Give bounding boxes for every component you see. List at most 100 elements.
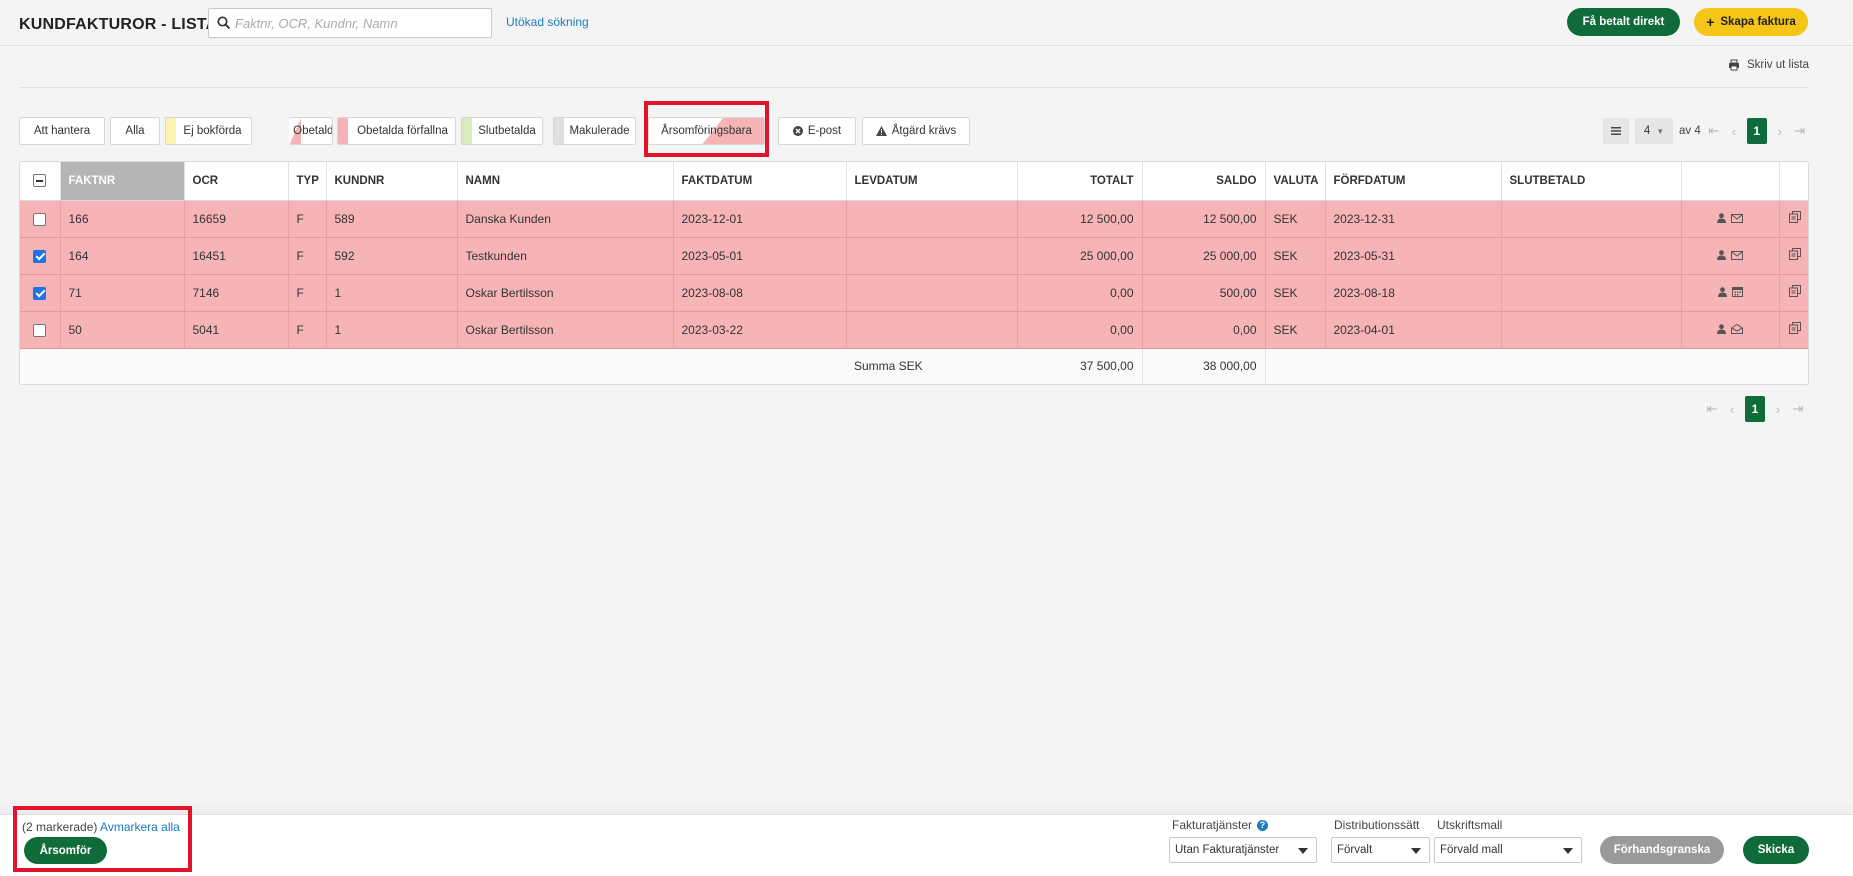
services-label: Fakturatjänster	[1172, 818, 1253, 832]
user-icon[interactable]	[1717, 212, 1726, 226]
col-kundnr[interactable]: KUNDNR	[326, 162, 458, 201]
table-row[interactable]: 166 16659 F 589 Danska Kunden 2023-12-01 12 50…	[20, 200, 1808, 238]
preview-button[interactable]: Förhandsgranska	[1600, 836, 1724, 864]
color-stripe	[338, 118, 348, 144]
copy-icon[interactable]	[1788, 285, 1801, 300]
search-box[interactable]	[208, 8, 492, 38]
status-icons-cell	[1681, 237, 1780, 275]
filter-atgard-kravs[interactable]: Åtgärd krävs	[862, 117, 970, 145]
cell-faktdatum: 2023-03-22	[673, 311, 847, 349]
col-namn[interactable]: NAMN	[457, 162, 674, 201]
page-size-select[interactable]: 4 ▼	[1635, 118, 1673, 144]
cell-valuta: SEK	[1265, 311, 1326, 349]
row-checkbox[interactable]	[33, 212, 47, 226]
col-typ[interactable]: TYP	[288, 162, 327, 201]
cell-forfdatum: 2023-05-31	[1325, 237, 1502, 275]
col-faktnr[interactable]: FAKTNR	[60, 162, 185, 201]
row-checkbox[interactable]	[33, 249, 47, 263]
template-select[interactable]: Förvald mall	[1434, 837, 1582, 863]
cell-forfdatum: 2023-12-31	[1325, 200, 1502, 238]
user-icon[interactable]	[1717, 249, 1726, 263]
col-valuta[interactable]: VALUTA	[1265, 162, 1326, 201]
next-page-icon[interactable]: ›	[1773, 124, 1787, 139]
copy-icon[interactable]	[1788, 248, 1801, 263]
advanced-search-link[interactable]: Utökad sökning	[506, 15, 589, 29]
col-forfdatum[interactable]: FÖRFDATUM	[1325, 162, 1502, 201]
filter-obetalda-forfallna[interactable]: Obetalda förfallna	[337, 117, 456, 145]
calendar-icon[interactable]	[1731, 286, 1743, 300]
get-paid-direct-button[interactable]: Få betalt direkt	[1567, 8, 1680, 36]
col-totalt[interactable]: TOTALT	[1017, 162, 1143, 201]
row-select-cell[interactable]	[20, 237, 61, 275]
filter-att-hantera[interactable]: Att hantera	[19, 117, 105, 145]
last-page-icon[interactable]: ⇥	[1791, 401, 1805, 417]
distribution-value: Förvalt	[1337, 844, 1373, 856]
current-page-button[interactable]: 1	[1745, 396, 1765, 422]
cell-faktnr: 166	[60, 200, 185, 238]
select-all-cell[interactable]	[20, 162, 61, 201]
user-icon[interactable]	[1717, 286, 1727, 300]
warning-icon	[875, 126, 887, 136]
color-stripe	[166, 118, 176, 144]
cell-saldo: 12 500,00	[1142, 200, 1266, 238]
list-view-button[interactable]	[1603, 118, 1629, 144]
cell-totalt: 12 500,00	[1017, 200, 1143, 238]
envelope-icon[interactable]	[1731, 212, 1743, 226]
actions-cell	[1779, 237, 1808, 275]
col-saldo[interactable]: SALDO	[1142, 162, 1266, 201]
table-row[interactable]: 164 16451 F 592 Testkunden 2023-05-01 25 000,0…	[20, 237, 1808, 275]
filter-epost[interactable]: E-post	[778, 117, 856, 145]
search-input[interactable]	[235, 13, 485, 33]
current-page-button[interactable]: 1	[1746, 118, 1767, 144]
cell-forfdatum: 2023-08-18	[1325, 274, 1502, 312]
caret-down-icon	[1411, 848, 1421, 854]
actions-cell	[1779, 274, 1808, 312]
row-checkbox[interactable]	[33, 286, 47, 300]
print-list-link[interactable]: Skriv ut lista	[1728, 59, 1809, 71]
col-faktdatum[interactable]: FAKTDATUM	[673, 162, 847, 201]
row-select-cell[interactable]	[20, 200, 61, 238]
first-page-icon[interactable]: ⇤	[1705, 401, 1719, 417]
services-select[interactable]: Utan Fakturatjänster	[1169, 837, 1317, 863]
next-page-icon[interactable]: ›	[1771, 402, 1785, 417]
prev-page-icon[interactable]: ‹	[1727, 124, 1741, 139]
sum-totalt: 37 500,00	[1017, 348, 1143, 384]
table-row[interactable]: 71 7146 F 1 Oskar Bertilsson 2023-08-08 0,00 50…	[20, 274, 1808, 312]
filter-makulerade[interactable]: Makulerade	[553, 117, 636, 145]
row-select-cell[interactable]	[20, 311, 61, 349]
filter-label: Ej bokförda	[183, 125, 242, 137]
copy-icon[interactable]	[1788, 322, 1801, 337]
distribution-label: Distributionssätt	[1334, 818, 1420, 832]
cell-kundnr: 589	[326, 200, 458, 238]
filter-slutbetalda[interactable]: Slutbetalda	[461, 117, 543, 145]
filter-obetalda[interactable]: Obetalda	[289, 117, 333, 145]
row-select-cell[interactable]	[20, 274, 61, 312]
user-icon[interactable]	[1717, 323, 1726, 337]
envelope-icon[interactable]	[1731, 249, 1743, 263]
create-invoice-button[interactable]: + Skapa faktura	[1694, 8, 1808, 36]
row-checkbox[interactable]	[33, 323, 47, 337]
cell-namn: Oskar Bertilsson	[457, 274, 674, 312]
filter-ej-bokforda[interactable]: Ej bokförda	[165, 117, 252, 145]
col-ocr[interactable]: OCR	[184, 162, 289, 201]
cell-typ: F	[288, 274, 327, 312]
copy-icon[interactable]	[1788, 211, 1801, 226]
distribution-select[interactable]: Förvalt	[1331, 837, 1430, 863]
filter-label: Åtgärd krävs	[891, 125, 957, 137]
actions-cell	[1779, 311, 1808, 349]
col-slutbetald[interactable]: SLUTBETALD	[1501, 162, 1682, 201]
page-count: av 4	[1679, 125, 1701, 137]
select-all-checkbox[interactable]	[33, 174, 47, 188]
table-row[interactable]: 50 5041 F 1 Oskar Bertilsson 2023-03-22 0,00 0,…	[20, 311, 1808, 349]
filter-alla[interactable]: Alla	[110, 117, 160, 145]
prev-page-icon[interactable]: ‹	[1725, 402, 1739, 417]
first-page-icon[interactable]: ⇤	[1707, 123, 1721, 139]
cell-faktnr: 164	[60, 237, 185, 275]
cell-levdatum	[846, 274, 1018, 312]
help-icon[interactable]: ?	[1257, 819, 1269, 831]
col-levdatum[interactable]: LEVDATUM	[846, 162, 1018, 201]
top-pager: 4 ▼ av 4 ⇤ ‹ 1 › ⇥	[1603, 118, 1807, 144]
last-page-icon[interactable]: ⇥	[1793, 123, 1807, 139]
send-button[interactable]: Skicka	[1743, 836, 1809, 864]
envelope-open-icon[interactable]	[1731, 323, 1743, 337]
